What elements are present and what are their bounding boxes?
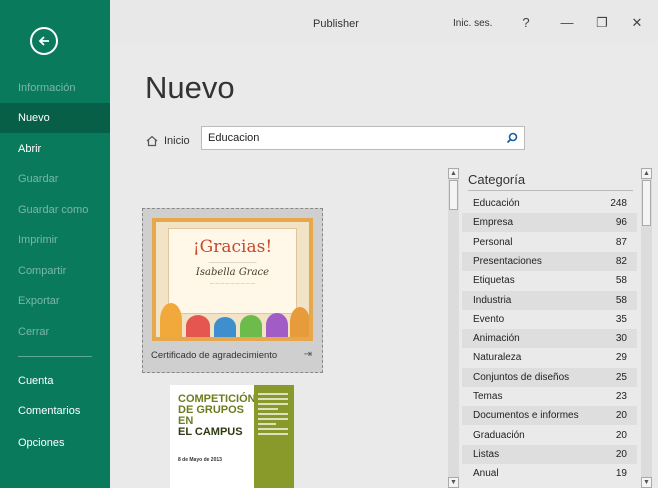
page-title: Nuevo (145, 70, 235, 105)
sidebar-item-exportar[interactable]: Exportar (0, 286, 110, 316)
thumbnail-name: Isabella Grace (195, 267, 270, 278)
category-item[interactable]: Etiquetas 58 (462, 271, 637, 290)
scroll-down-icon[interactable]: ▼ (641, 477, 652, 488)
category-count: 58 (615, 294, 627, 306)
backstage-sidebar: Información Nuevo Abrir Guardar Guardar … (0, 0, 110, 488)
restore-button[interactable]: ❐ (593, 14, 611, 32)
category-count: 20 (615, 429, 627, 441)
scroll-up-icon[interactable]: ▲ (641, 168, 652, 179)
app-title: Publisher (313, 18, 359, 30)
category-count: 35 (615, 313, 627, 325)
title-bar: Publisher Inic. ses. ? — ❐ ✕ (110, 0, 658, 44)
category-name: Presentaciones (473, 255, 542, 267)
category-count: 87 (615, 236, 627, 248)
category-count: 19 (615, 468, 627, 480)
sidebar-item-opciones[interactable]: Opciones (0, 428, 110, 458)
scroll-up-icon[interactable]: ▲ (448, 168, 459, 179)
sidebar-item-cerrar[interactable]: Cerrar (0, 317, 110, 347)
category-name: Etiquetas (473, 275, 515, 287)
template-label: Certificado de agradecimiento (151, 350, 278, 361)
category-count: 20 (615, 448, 627, 460)
template-card-competicion[interactable]: COMPETICIÓN DE GRUPOS EN EL CAMPUS 8 de … (170, 385, 294, 488)
sidebar-item-abrir[interactable]: Abrir (0, 134, 110, 164)
sidebar-item-guardar[interactable]: Guardar (0, 164, 110, 194)
home-icon (146, 135, 158, 147)
scrollbar-thumb[interactable] (642, 180, 651, 226)
category-item[interactable]: Empresa 96 (462, 213, 637, 233)
category-header: Categoría (468, 172, 526, 187)
template-card-certificado[interactable]: ¡Gracias! ———————————— Isabella Grace — … (142, 208, 323, 373)
sidebar-item-informacion[interactable]: Información (0, 73, 110, 103)
sidebar-item-cuenta[interactable]: Cuenta (0, 366, 110, 396)
category-name: Documentos e informes (473, 410, 579, 422)
category-divider (468, 190, 633, 191)
sidebar-divider (18, 356, 92, 357)
help-button[interactable]: ? (517, 14, 535, 32)
category-count: 30 (615, 333, 627, 345)
category-item[interactable]: Personal 87 (462, 233, 637, 252)
category-item[interactable]: Listas 20 (462, 444, 637, 464)
thumbnail-heading: ¡Gracias! (192, 237, 273, 257)
sidebar-item-guardar-como[interactable]: Guardar como (0, 195, 110, 225)
category-item[interactable]: Naturaleza 29 (462, 348, 637, 367)
category-item[interactable]: Graduación 20 (462, 426, 637, 445)
category-name: Educación (473, 198, 520, 209)
category-name: Empresa (473, 217, 514, 229)
category-name: Anual (473, 468, 499, 480)
category-name: Graduación (473, 429, 525, 441)
minimize-button[interactable]: — (558, 14, 576, 32)
category-item[interactable]: Industria 58 (462, 290, 637, 310)
category-item[interactable]: Temas 23 (462, 387, 637, 406)
right-scrollbar[interactable]: ▲ ▼ (641, 168, 652, 488)
category-count: 29 (615, 352, 627, 364)
category-count: 23 (615, 391, 627, 402)
left-scrollbar[interactable]: ▲ ▼ (448, 168, 459, 488)
category-item[interactable]: Presentaciones 82 (462, 251, 637, 271)
category-name: Industria (473, 294, 512, 306)
main-panel: Nuevo Inicio Educacion ¡Gracias! ———————… (110, 44, 658, 488)
template-thumbnail: ¡Gracias! ———————————— Isabella Grace — … (152, 218, 313, 341)
sidebar-item-compartir[interactable]: Compartir (0, 256, 110, 286)
category-item[interactable]: Documentos e informes 20 (462, 406, 637, 426)
sidebar-item-nuevo[interactable]: Nuevo (0, 103, 110, 133)
category-item[interactable]: Conjuntos de diseños 25 (462, 367, 637, 387)
category-name: Listas (473, 448, 500, 460)
category-name: Evento (473, 313, 505, 325)
category-item[interactable]: Animación 30 (462, 329, 637, 349)
category-name: Temas (473, 391, 503, 402)
category-count: 248 (610, 198, 627, 209)
pin-icon[interactable]: ⇥ (304, 349, 312, 360)
category-count: 25 (615, 371, 627, 383)
search-value: Educacion (208, 132, 260, 144)
search-input[interactable]: Educacion (201, 126, 525, 150)
flyer-headline: COMPETICIÓN DE GRUPOS EN EL CAMPUS (178, 393, 256, 438)
category-count: 58 (615, 275, 627, 287)
category-count: 20 (615, 410, 627, 422)
flyer-date: 8 de Mayo de 2013 (178, 457, 222, 463)
category-item[interactable]: Evento 35 (462, 310, 637, 329)
close-button[interactable]: ✕ (628, 14, 646, 32)
category-name: Animación (473, 333, 520, 345)
home-label: Inicio (164, 135, 190, 147)
category-panel: ▲ ▼ Categoría Educación 248 Empresa 96 Perso… (448, 168, 653, 488)
category-name: Personal (473, 236, 513, 248)
category-count: 96 (615, 217, 627, 229)
category-name: Conjuntos de diseños (473, 371, 570, 383)
signin-link[interactable]: Inic. ses. (453, 18, 492, 29)
search-icon[interactable] (500, 127, 524, 149)
category-name: Naturaleza (473, 352, 522, 364)
sidebar-item-comentarios[interactable]: Comentarios (0, 396, 110, 426)
scroll-down-icon[interactable]: ▼ (448, 477, 459, 488)
scrollbar-thumb[interactable] (449, 180, 458, 210)
home-link[interactable]: Inicio (145, 132, 190, 150)
category-item[interactable]: Educación 248 (462, 194, 637, 213)
back-arrow-icon[interactable] (30, 27, 58, 55)
category-item[interactable]: Anual 19 (462, 464, 637, 483)
sidebar-item-imprimir[interactable]: Imprimir (0, 225, 110, 255)
category-count: 82 (615, 255, 627, 267)
